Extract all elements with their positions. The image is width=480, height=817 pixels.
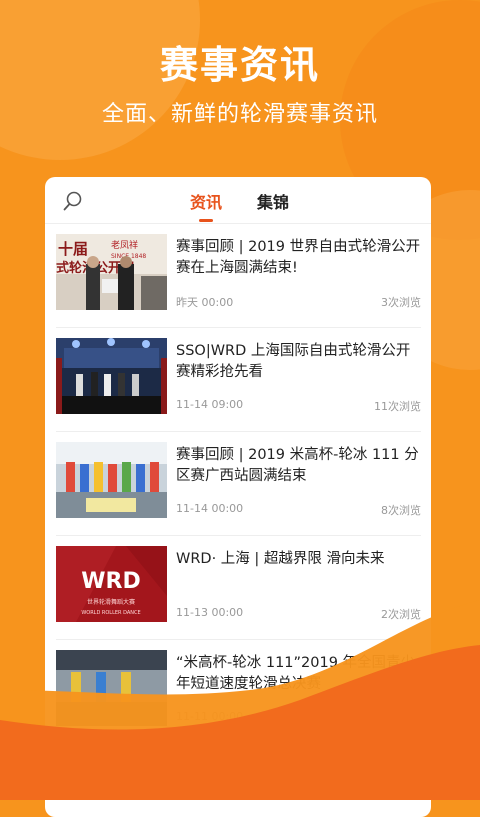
news-time: 11-14 00:00 xyxy=(176,502,244,515)
news-time: 昨天 00:00 xyxy=(176,296,234,309)
news-views: 2次浏览 xyxy=(381,608,421,621)
news-item[interactable]: 赛事回顾 | 2019 米高杯-轮冰 111 分区赛广西站圆满结束 11-14 … xyxy=(56,432,421,536)
news-title: 赛事回顾 | 2019 世界自由式轮滑公开赛在上海圆满结束! xyxy=(176,239,421,276)
news-views: 3次浏览 xyxy=(381,296,421,309)
news-thumbnail: WRD 世界轮滑舞蹈大赛 WORLD ROLLER DANCE xyxy=(56,546,167,622)
wrd-caption-en: WORLD ROLLER DANCE xyxy=(81,610,140,616)
hero-title: 赛事资讯 xyxy=(159,43,320,87)
news-item[interactable]: SSO|WRD 上海国际自由式轮滑公开赛精彩抢先看 11-14 09:00 11… xyxy=(56,328,421,432)
news-time: 11-14 09:00 xyxy=(176,398,244,411)
news-card: 资讯 集锦 十届 老凤祥 SINCE 1848 式轮滑公开赛 赛事回顾 | 20… xyxy=(45,177,431,817)
news-views: 8次浏览 xyxy=(381,504,421,517)
news-title: WRD· 上海 | 超越界限 滑向未来 xyxy=(176,551,385,567)
news-thumbnail: 十届 老凤祥 SINCE 1848 式轮滑公开赛 xyxy=(56,234,167,310)
search-icon[interactable] xyxy=(62,190,84,212)
thumb-brand: 老凤祥 xyxy=(111,239,138,251)
news-thumbnail xyxy=(56,442,167,518)
news-item[interactable]: “米高杯-轮冰 111”2019 年全国青少年短道速度轮滑总决赛 11-11 0… xyxy=(56,640,421,744)
news-title: “米高杯-轮冰 111”2019 年全国青少年短道速度轮滑总决赛 xyxy=(176,655,416,692)
news-thumbnail xyxy=(56,338,167,414)
news-views: 11次浏览 xyxy=(374,400,421,413)
news-thumbnail xyxy=(56,650,167,726)
thumb-text-1: 十届 xyxy=(58,240,88,258)
hero-subtitle: 全面、新鲜的轮滑赛事资讯 xyxy=(101,102,378,127)
news-item[interactable]: 十届 老凤祥 SINCE 1848 式轮滑公开赛 赛事回顾 | 2019 世界自… xyxy=(56,224,421,328)
wrd-logo: WRD xyxy=(81,569,140,594)
active-tab-indicator xyxy=(199,219,213,222)
tab-news[interactable]: 资讯 xyxy=(190,189,222,213)
news-item[interactable]: WRD 世界轮滑舞蹈大赛 WORLD ROLLER DANCE WRD· 上海 … xyxy=(56,536,421,640)
news-title: SSO|WRD 上海国际自由式轮滑公开赛精彩抢先看 xyxy=(176,343,411,380)
tab-highlights[interactable]: 集锦 xyxy=(257,189,289,213)
news-time: 11-11 00:00 xyxy=(176,710,244,723)
wrd-caption-cn: 世界轮滑舞蹈大赛 xyxy=(87,598,135,606)
card-top-bar: 资讯 集锦 xyxy=(45,177,431,224)
news-time: 11-13 00:00 xyxy=(176,606,244,619)
news-title: 赛事回顾 | 2019 米高杯-轮冰 111 分区赛广西站圆满结束 xyxy=(176,447,419,484)
